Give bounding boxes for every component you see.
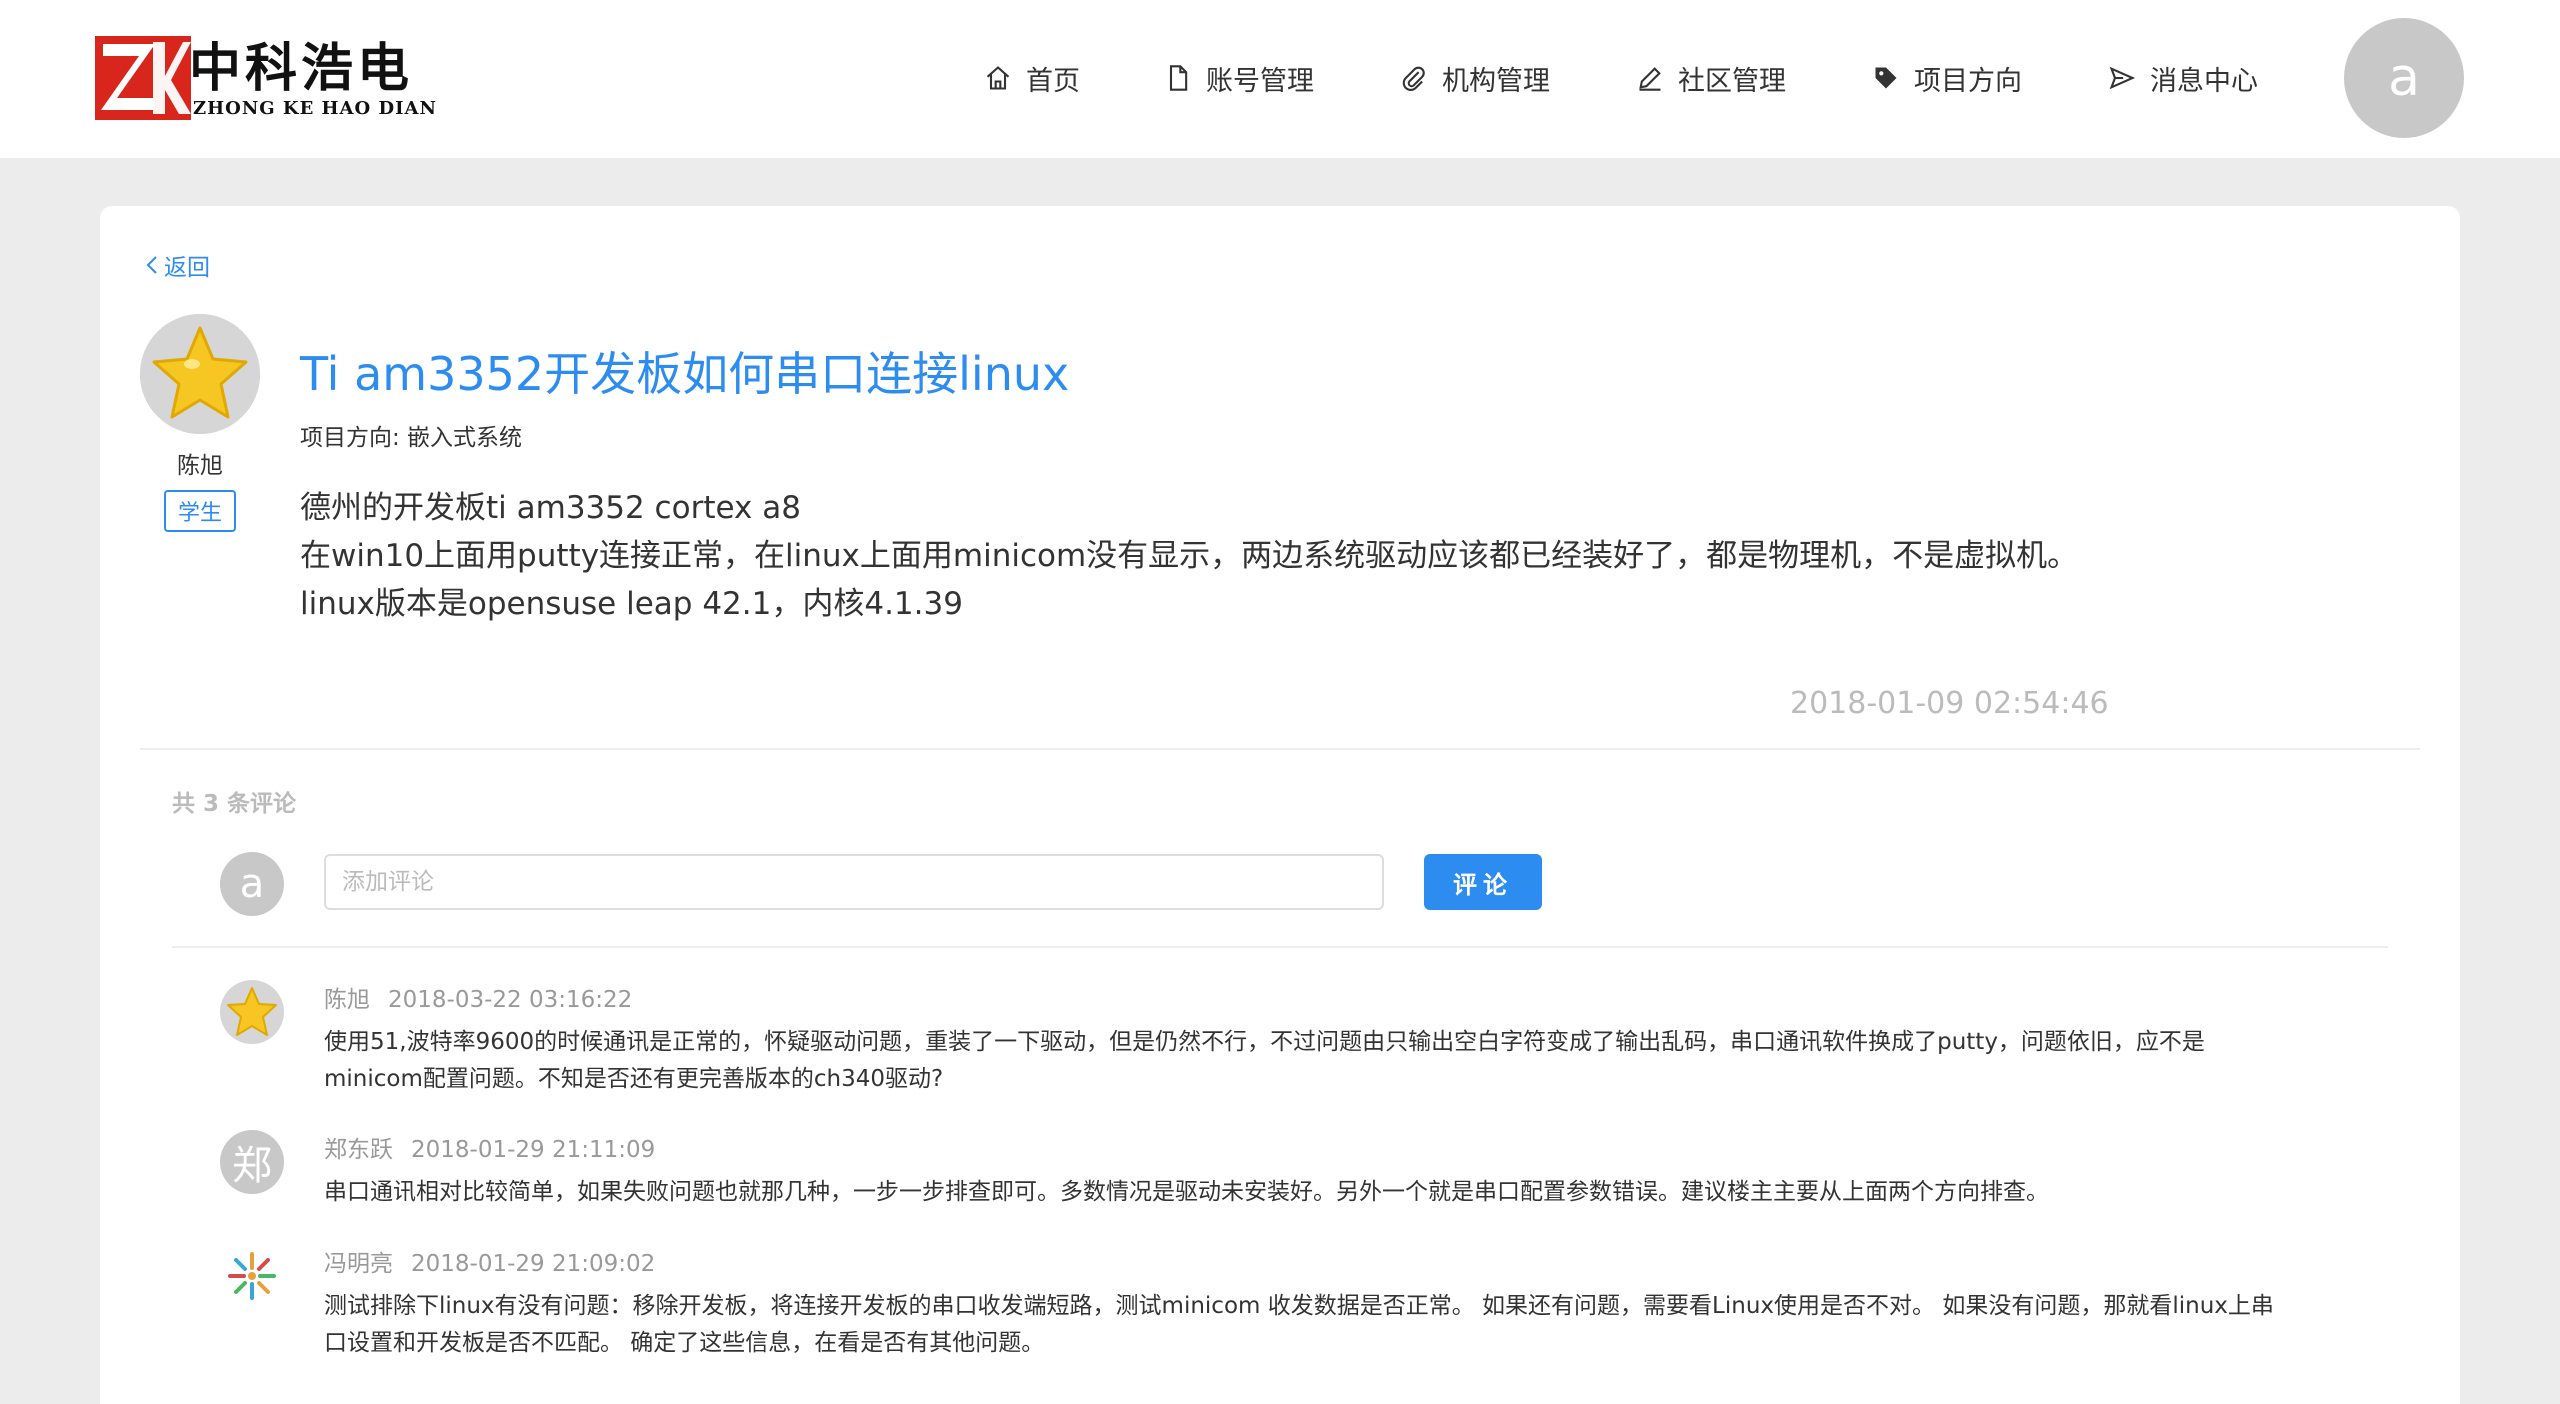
- commenter-avatar[interactable]: [220, 1244, 284, 1308]
- comment-text-line: 串口通讯相对比较简单，如果失败问题也就那几种，一步一步排查即可。多数情况是驱动未…: [324, 1179, 2049, 1205]
- comment-input[interactable]: [324, 854, 1384, 910]
- author-role-badge: 学生: [164, 490, 236, 532]
- post-timestamp: 2018-01-09 02:54:46: [1790, 686, 2109, 721]
- chevron-left-icon: [146, 256, 157, 274]
- brand-name-cn: 中科浩电: [189, 38, 414, 99]
- commenter-name[interactable]: 陈旭: [324, 987, 370, 1013]
- back-label: 返回: [164, 255, 210, 281]
- zk-logo-mark: [95, 36, 191, 120]
- star-icon: [140, 314, 260, 434]
- top-header: 中科浩电 ZHONG KE HAO DIAN 首页 账号管理 机构管理 社区管理…: [0, 0, 2560, 158]
- comment-text: 测试排除下linux有没有问题：移除开发板，将连接开发板的串口收发端短路，测试m…: [324, 1288, 2384, 1362]
- post-divider: [140, 748, 2420, 750]
- nav-item-label: 消息中心: [2150, 65, 2258, 97]
- comment-text-line: 口设置和开发板是否不匹配。 确定了这些信息，在看是否有其他问题。: [324, 1330, 1045, 1356]
- current-user-avatar: a: [220, 852, 284, 916]
- post-card: 返回 陈旭 学生 Ti am3352开发板如何串口连接linux 项目方向: 嵌…: [100, 206, 2460, 1404]
- post-body-line: 德州的开发板ti am3352 cortex a8: [300, 490, 801, 526]
- comment-text-line: 测试排除下linux有没有问题：移除开发板，将连接开发板的串口收发端短路，测试m…: [324, 1293, 2274, 1319]
- comment-text-line: 使用51,波特率9600的时候通讯是正常的，怀疑驱动问题，重装了一下驱动，但是仍…: [324, 1029, 2205, 1055]
- commenter-avatar[interactable]: [220, 980, 284, 1044]
- post-body: 德州的开发板ti am3352 cortex a8 在win10上面用putty…: [300, 484, 2078, 628]
- comment-count: 共 3 条评论: [172, 791, 297, 817]
- author-name[interactable]: 陈旭: [140, 446, 260, 480]
- brand-logo[interactable]: 中科浩电 ZHONG KE HAO DIAN: [95, 36, 436, 120]
- document-icon: [1169, 65, 1188, 91]
- nav-item-label: 社区管理: [1678, 65, 1786, 97]
- post-title: Ti am3352开发板如何串口连接linux: [300, 347, 1070, 401]
- nav-item-label: 首页: [1026, 65, 1080, 97]
- comment-form-divider: [172, 946, 2388, 948]
- comment-meta: 郑东跃 2018-01-29 21:11:09: [324, 1130, 655, 1164]
- submit-comment-button[interactable]: 评论: [1424, 854, 1542, 910]
- paperclip-icon: [1402, 66, 1425, 91]
- back-link[interactable]: 返回: [144, 248, 210, 282]
- author-avatar[interactable]: [140, 314, 260, 434]
- post-body-line: linux版本是opensuse leap 42.1，内核4.1.39: [300, 586, 963, 622]
- comment-text-line: minicom配置问题。不知是否还有更完善版本的ch340驱动?: [324, 1066, 944, 1092]
- comment-text: 使用51,波特率9600的时候通讯是正常的，怀疑驱动问题，重装了一下驱动，但是仍…: [324, 1024, 2384, 1098]
- commenter-name[interactable]: 郑东跃: [324, 1137, 393, 1163]
- comment-text: 串口通讯相对比较简单，如果失败问题也就那几种，一步一步排查即可。多数情况是驱动未…: [324, 1174, 2384, 1211]
- nav-item-community[interactable]: 社区管理: [1636, 56, 1786, 100]
- comment-timestamp: 2018-01-29 21:11:09: [411, 1137, 656, 1163]
- tag-icon: [1875, 67, 1897, 89]
- comment-timestamp: 2018-01-29 21:09:02: [411, 1251, 656, 1277]
- nav-item-home[interactable]: 首页: [984, 56, 1080, 100]
- star-icon: [220, 980, 284, 1044]
- send-icon: [2109, 66, 2136, 90]
- comment-meta: 冯明亮 2018-01-29 21:09:02: [324, 1244, 655, 1278]
- post-direction: 项目方向: 嵌入式系统: [300, 425, 523, 451]
- nav-item-messages[interactable]: 消息中心: [2108, 56, 2258, 100]
- nav-item-label: 机构管理: [1442, 65, 1550, 97]
- user-avatar[interactable]: a: [2344, 18, 2464, 138]
- nav-item-accounts[interactable]: 账号管理: [1164, 56, 1314, 100]
- post-body-line: 在win10上面用putty连接正常，在linux上面用minicom没有显示，…: [300, 538, 2079, 574]
- nav-item-institutions[interactable]: 机构管理: [1400, 56, 1550, 100]
- pattern-icon: [220, 1244, 284, 1308]
- commenter-avatar[interactable]: 郑: [220, 1130, 284, 1194]
- home-icon: [986, 66, 1010, 90]
- nav-item-label: 项目方向: [1914, 65, 2022, 97]
- brand-name-en: ZHONG KE HAO DIAN: [193, 98, 437, 119]
- commenter-name[interactable]: 冯明亮: [324, 1251, 393, 1277]
- comment-timestamp: 2018-03-22 03:16:22: [388, 987, 633, 1013]
- nav-item-project-direction[interactable]: 项目方向: [1872, 56, 2022, 100]
- nav-item-label: 账号管理: [1206, 65, 1314, 97]
- pencil-icon: [1639, 67, 1661, 91]
- comment-meta: 陈旭 2018-03-22 03:16:22: [324, 980, 632, 1014]
